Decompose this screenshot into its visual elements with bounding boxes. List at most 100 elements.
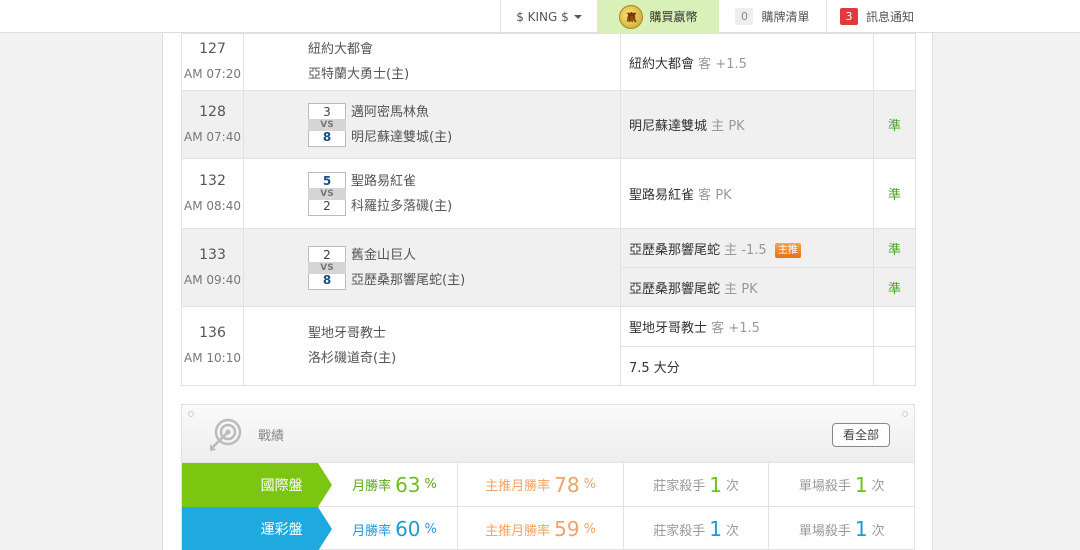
- single-killer: 單場殺手 1 次: [768, 507, 914, 550]
- top-pick-win-rate-label: 主推月勝率: [485, 479, 551, 494]
- banker-killer-label: 莊家殺手: [653, 479, 706, 494]
- banker-killer-value: 1: [709, 472, 722, 497]
- single-killer-unit: 次: [871, 523, 885, 539]
- main-panel: 127 AM 07:20 紐約大都會 亞特蘭大勇士(主) 紐約大都會 客 +1.…: [162, 33, 933, 550]
- teams-cell: 聖地牙哥教士 洛杉磯道奇(主): [243, 306, 621, 386]
- away-team: 聖地牙哥教士: [308, 326, 387, 341]
- table-row: 127 AM 07:20 紐約大都會 亞特蘭大勇士(主) 紐約大都會 客 +1.…: [181, 33, 916, 91]
- home-team: 科羅拉多落磯(主): [351, 198, 453, 214]
- single-killer-label: 單場殺手: [798, 523, 851, 539]
- banker-killer: 莊家殺手 1 次: [622, 507, 769, 550]
- away-team: 聖路易紅雀: [351, 173, 417, 189]
- single-killer-unit: 次: [871, 479, 885, 494]
- pick-line: +1.5: [715, 56, 747, 72]
- pick-side: 主: [724, 281, 738, 297]
- record-label: 國際盤: [182, 463, 332, 507]
- vs-label: VS: [308, 261, 346, 274]
- banker-killer-label: 莊家殺手: [653, 523, 706, 539]
- result-mark: 準: [873, 228, 916, 268]
- table-row: 136 AM 10:10 聖地牙哥教士 洛杉磯道奇(主) 聖地牙哥教士 客 +1…: [181, 306, 916, 386]
- single-killer: 單場殺手 1 次: [768, 463, 914, 506]
- game-time: AM 08:40: [184, 198, 241, 213]
- user-name: $ KING $: [516, 9, 569, 24]
- game-time-cell: 132 AM 08:40: [181, 158, 244, 229]
- notifications-label: 訊息通知: [865, 10, 914, 24]
- teams-cell: 2 舊金山巨人 VS 8 亞歷桑那響尾蛇(主): [243, 228, 621, 307]
- pick-side: 主: [724, 242, 738, 258]
- game-time-cell: 127 AM 07:20: [181, 33, 244, 91]
- pick-line: -1.5: [741, 242, 767, 258]
- game-number: 136: [199, 325, 226, 341]
- month-win-rate-unit: %: [424, 521, 437, 537]
- teams-cell: 紐約大都會 亞特蘭大勇士(主): [243, 33, 621, 91]
- record-section: 戰績 看全部 國際盤 月勝率 63 % 主推月勝率 78 % 莊家殺手 1 次 …: [181, 404, 915, 550]
- table-row: 128 AM 07:40 3 邁阿密馬林魚 VS 8 明尼蘇達雙城(主) 明尼蘇…: [181, 90, 916, 159]
- home-team: 明尼蘇達雙城(主): [351, 129, 453, 145]
- single-killer-value: 1: [854, 517, 868, 541]
- game-time: AM 10:10: [184, 351, 241, 365]
- game-time: AM 07:20: [184, 67, 241, 81]
- game-number: 127: [199, 41, 226, 57]
- corner-dot-icon: [902, 411, 908, 417]
- month-win-rate-label: 月勝率: [352, 523, 392, 539]
- pick-team: 聖地牙哥教士: [629, 321, 708, 336]
- record-title: 戰績: [258, 429, 285, 444]
- record-header: 戰績 看全部: [182, 405, 914, 463]
- home-team: 亞特蘭大勇士(主): [308, 67, 410, 82]
- caret-down-icon: [573, 14, 582, 19]
- pick-side: 客: [698, 188, 712, 203]
- pick-cell: 聖地牙哥教士 客 +1.5: [620, 306, 874, 347]
- month-win-rate: 月勝率 63 %: [318, 463, 458, 506]
- pick-cell: 亞歷桑那響尾蛇 主 -1.5 主推: [620, 228, 874, 268]
- banker-killer-unit: 次: [725, 479, 739, 494]
- pick-team: 紐約大都會: [629, 56, 695, 72]
- corner-dot-icon: [188, 411, 194, 417]
- pick-cell: 7.5 大分: [620, 346, 874, 386]
- single-killer-value: 1: [854, 472, 868, 497]
- pick-team: 明尼蘇達雙城: [629, 119, 708, 134]
- top-pick-win-rate-label: 主推月勝率: [485, 523, 551, 539]
- month-win-rate-label: 月勝率: [352, 479, 392, 494]
- notifications-button[interactable]: 3 訊息通知: [827, 0, 927, 33]
- top-pick-win-rate-value: 59: [554, 517, 580, 541]
- month-win-rate-unit: %: [424, 477, 437, 492]
- buy-coins-button[interactable]: 嬴 購買嬴幣: [598, 0, 719, 33]
- top-pick-win-rate: 主推月勝率 78 %: [457, 463, 623, 506]
- vs-label: VS: [308, 118, 346, 131]
- pick-side: 客: [711, 321, 725, 336]
- top-pick-win-rate-unit: %: [583, 477, 596, 492]
- away-team: 紐約大都會: [308, 42, 374, 57]
- record-row-international: 國際盤 月勝率 63 % 主推月勝率 78 % 莊家殺手 1 次 單場殺手 1 …: [182, 463, 914, 507]
- month-win-rate: 月勝率 60 %: [318, 507, 458, 550]
- record-row-sports-lottery: 運彩盤 月勝率 60 % 主推月勝率 59 % 莊家殺手 1 次 單場殺手 1 …: [182, 507, 914, 550]
- cart-button[interactable]: 0 購牌清單: [719, 0, 827, 33]
- month-win-rate-value: 63: [395, 472, 421, 497]
- table-row: 132 AM 08:40 5 聖路易紅雀 VS 2 科羅拉多落磯(主) 聖路易紅…: [181, 158, 916, 229]
- result-mark: 準: [873, 158, 916, 229]
- pick-line: +1.5: [728, 321, 760, 336]
- result-mark: 準: [873, 267, 916, 307]
- notification-count: 3: [839, 8, 858, 25]
- game-time-cell: 136 AM 10:10: [181, 306, 244, 386]
- top-pick-win-rate: 主推月勝率 59 %: [457, 507, 623, 550]
- game-time: AM 07:40: [184, 129, 241, 144]
- pick-cell: 亞歷桑那響尾蛇 主 PK: [620, 267, 874, 307]
- teams-cell: 5 聖路易紅雀 VS 2 科羅拉多落磯(主): [243, 158, 621, 229]
- buy-coins-label: 購買嬴幣: [649, 10, 698, 24]
- game-time-cell: 133 AM 09:40: [181, 228, 244, 307]
- coin-icon: 嬴: [619, 4, 644, 29]
- month-win-rate-value: 60: [395, 517, 421, 541]
- single-killer-label: 單場殺手: [798, 479, 851, 494]
- vs-label: VS: [308, 187, 346, 200]
- result-mark: [873, 33, 916, 91]
- home-team: 亞歷桑那響尾蛇(主): [351, 272, 466, 288]
- record-label: 運彩盤: [182, 507, 332, 550]
- user-menu[interactable]: $ KING $: [500, 0, 598, 33]
- pick-cell: 聖路易紅雀 客 PK: [620, 158, 874, 229]
- pick-line: PK: [728, 119, 745, 134]
- pick-cell: 明尼蘇達雙城 主 PK: [620, 90, 874, 159]
- pick-team: 亞歷桑那響尾蛇: [629, 281, 721, 297]
- banker-killer: 莊家殺手 1 次: [622, 463, 769, 506]
- see-all-button[interactable]: 看全部: [831, 423, 890, 447]
- pick-line: PK: [741, 281, 758, 297]
